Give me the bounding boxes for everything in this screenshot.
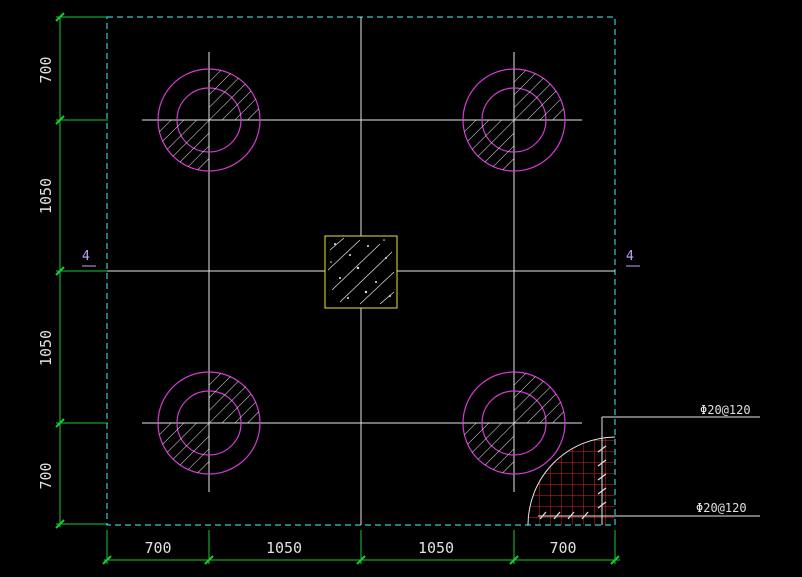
dim-left-4: 700 (37, 462, 55, 489)
svg-text:4: 4 (82, 249, 90, 264)
section-mark-right: 4 (626, 249, 640, 267)
pile-top-left (157, 68, 261, 172)
pile-bottom-right (462, 371, 566, 475)
dim-bottom-4: 700 (549, 539, 576, 557)
dim-left-3: 1050 (37, 330, 55, 366)
pile-top-right (462, 68, 566, 172)
dim-bottom-1: 700 (144, 539, 171, 557)
dim-left-2: 1050 (37, 178, 55, 214)
left-dimension-chain: 700 1050 1050 700 (37, 12, 108, 529)
dim-bottom-2: 1050 (266, 539, 302, 557)
section-mark-left: 4 (82, 249, 96, 267)
rebar-label-top: Φ20@120 (700, 403, 751, 417)
rebar-label-bottom: Φ20@120 (696, 501, 747, 515)
dim-bottom-3: 1050 (418, 539, 454, 557)
central-column (324, 235, 398, 309)
dim-left-1: 700 (37, 56, 55, 83)
pile-bottom-left (157, 371, 261, 475)
cap-plan-drawing: 700 1050 1050 700 700 1050 1050 700 4 4 … (37, 12, 760, 565)
bottom-dimension-chain: 700 1050 1050 700 (102, 530, 620, 565)
svg-text:4: 4 (626, 249, 634, 264)
